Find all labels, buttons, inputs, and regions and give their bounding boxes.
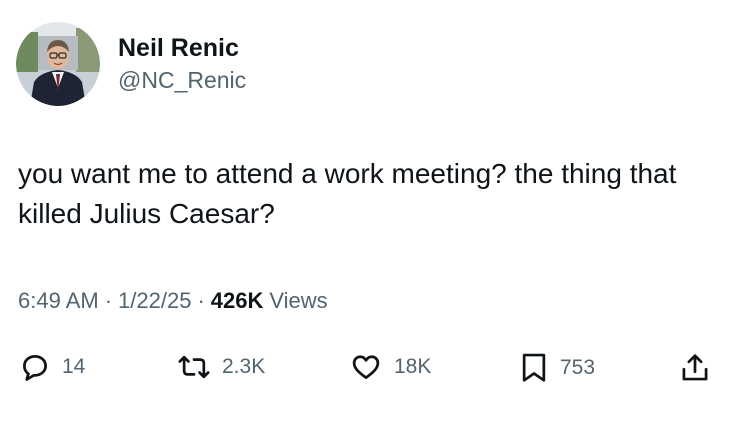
action-bar: 14 2.3K 18K 753 xyxy=(0,352,740,388)
author-display-name[interactable]: Neil Renic xyxy=(118,34,246,63)
reply-count: 14 xyxy=(62,355,86,378)
views-count: 426K xyxy=(210,288,264,313)
heart-icon xyxy=(352,355,380,379)
like-button[interactable]: 18K xyxy=(350,352,431,382)
author-handle[interactable]: @NC_Renic xyxy=(118,67,246,93)
bookmark-icon xyxy=(522,353,546,382)
profile-photo-icon xyxy=(16,22,100,106)
author-names: Neil Renic @NC_Renic xyxy=(118,34,246,93)
repost-button[interactable]: 2.3K xyxy=(178,352,265,382)
tweet-card: Neil Renic @NC_Renic you want me to atte… xyxy=(0,0,740,430)
meta-separator: · xyxy=(104,288,113,313)
avatar[interactable] xyxy=(16,22,100,106)
share-icon xyxy=(682,354,708,381)
tweet-time[interactable]: 6:49 AM xyxy=(18,288,99,314)
tweet-meta: 6:49 AM · 1/22/25 · 426K Views xyxy=(18,288,328,314)
share-button[interactable] xyxy=(680,352,710,384)
tweet-date[interactable]: 1/22/25 xyxy=(118,288,191,314)
like-count: 18K xyxy=(394,355,432,378)
reply-icon xyxy=(23,355,47,381)
tweet-header: Neil Renic @NC_Renic xyxy=(16,22,246,106)
repost-count: 2.3K xyxy=(222,355,266,378)
reply-button[interactable]: 14 xyxy=(20,352,85,382)
bookmark-count: 753 xyxy=(560,356,596,379)
meta-separator: · xyxy=(197,288,205,313)
tweet-text: you want me to attend a work meeting? th… xyxy=(18,158,677,229)
views-label: Views xyxy=(269,288,328,313)
repost-icon xyxy=(178,355,210,379)
bookmark-button[interactable]: 753 xyxy=(520,352,595,384)
